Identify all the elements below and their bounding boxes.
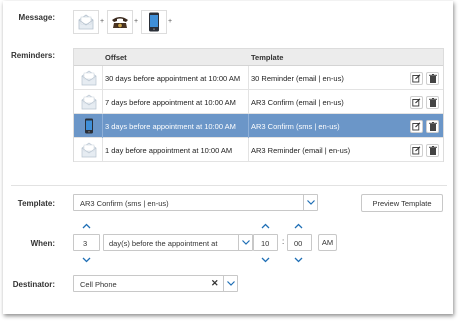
column-divider — [102, 90, 103, 114]
trash-icon — [428, 74, 437, 83]
mobile-phone-icon — [149, 12, 159, 32]
delete-button[interactable] — [426, 120, 439, 133]
column-header-template: Template — [251, 53, 284, 62]
offset-cell: 1 day before appointment at 10:00 AM — [105, 146, 233, 155]
offset-cell: 3 days before appointment at 10:00 AM — [105, 122, 236, 131]
days-value: 3 — [83, 239, 88, 248]
when-label: When: — [30, 239, 55, 248]
template-cell: AR3 Confirm (email | en-us) — [251, 98, 344, 107]
column-divider — [102, 138, 103, 162]
table-row[interactable]: 30 days before appointment at 10:00 AM 3… — [74, 66, 443, 90]
letter-icon — [81, 70, 97, 86]
destinator-dropdown-toggle[interactable] — [223, 276, 237, 291]
chevron-down-icon — [226, 281, 235, 286]
edit-icon — [412, 98, 421, 107]
edit-button[interactable] — [410, 144, 423, 157]
message-label: Message: — [18, 13, 55, 22]
delete-button[interactable] — [426, 72, 439, 85]
edit-button[interactable] — [410, 120, 423, 133]
offset-cell: 30 days before appointment at 10:00 AM — [105, 74, 241, 83]
chevron-down-icon — [306, 200, 315, 205]
trash-icon — [428, 98, 437, 107]
letter-icon — [81, 94, 97, 110]
template-cell: AR3 Reminder (email | en-us) — [251, 146, 351, 155]
table-header: Offset Template — [74, 49, 443, 66]
time-separator: : — [282, 237, 285, 246]
reminder-settings-panel: Message: + + + Reminders: Offset Templat… — [3, 1, 453, 314]
destinator-select-value: Cell Phone — [80, 280, 117, 289]
minute-value: 00 — [294, 239, 303, 248]
plus-separator: + — [134, 18, 139, 25]
reminders-table: Offset Template 30 days before appointme… — [73, 48, 444, 162]
destinator-label: Destinator: — [12, 280, 55, 289]
minute-input[interactable]: 00 — [287, 234, 312, 251]
chevron-down-icon — [241, 240, 250, 245]
template-label: Template: — [17, 199, 55, 208]
am-pm-toggle[interactable]: AM — [318, 234, 337, 251]
plus-separator: + — [100, 18, 105, 25]
days-input[interactable]: 3 — [73, 234, 100, 251]
reminders-label: Reminders: — [10, 51, 55, 60]
hour-input[interactable]: 10 — [253, 234, 278, 251]
hour-decrement-icon[interactable] — [261, 257, 270, 263]
template-cell: AR3 Confirm (sms | en-us) — [251, 122, 340, 131]
clear-icon[interactable]: ✕ — [211, 278, 219, 289]
table-row[interactable]: 1 day before appointment at 10:00 AM AR3… — [74, 138, 443, 162]
offset-cell: 7 days before appointment at 10:00 AM — [105, 98, 236, 107]
telephone-icon — [112, 17, 128, 29]
template-cell: 30 Reminder (email | en-us) — [251, 74, 344, 83]
column-divider — [248, 90, 249, 114]
table-row[interactable]: 7 days before appointment at 10:00 AM AR… — [74, 90, 443, 114]
preview-template-button[interactable]: Preview Template — [361, 194, 443, 212]
column-divider — [102, 66, 103, 90]
minute-increment-icon[interactable] — [294, 223, 303, 229]
template-select[interactable]: AR3 Confirm (sms | en-us) — [73, 194, 318, 211]
edit-button[interactable] — [410, 72, 423, 85]
letter-icon — [81, 142, 97, 158]
message-email-option[interactable] — [73, 10, 99, 34]
section-divider — [11, 185, 447, 186]
edit-button[interactable] — [410, 96, 423, 109]
message-phone-option[interactable] — [107, 10, 133, 34]
destinator-select[interactable]: Cell Phone ✕ — [73, 275, 238, 292]
relation-select-value: day(s) before the appointment at — [109, 239, 218, 248]
column-divider — [248, 114, 249, 138]
mobile-phone-icon — [85, 118, 93, 134]
days-decrement-icon[interactable] — [82, 257, 91, 263]
letter-icon — [78, 14, 94, 30]
trash-icon — [428, 122, 437, 131]
relation-select[interactable]: day(s) before the appointment at — [103, 234, 253, 251]
column-divider — [248, 138, 249, 162]
edit-icon — [412, 122, 421, 131]
relation-dropdown-toggle[interactable] — [238, 235, 252, 250]
hour-value: 10 — [261, 239, 270, 248]
template-select-value: AR3 Confirm (sms | en-us) — [80, 199, 169, 208]
minute-decrement-icon[interactable] — [294, 257, 303, 263]
days-increment-icon[interactable] — [82, 223, 91, 229]
edit-icon — [412, 146, 421, 155]
edit-icon — [412, 74, 421, 83]
column-header-offset: Offset — [105, 53, 127, 62]
plus-separator: + — [168, 18, 173, 25]
trash-icon — [428, 146, 437, 155]
table-row-selected[interactable]: 3 days before appointment at 10:00 AM AR… — [74, 114, 443, 138]
delete-button[interactable] — [426, 96, 439, 109]
template-dropdown-toggle[interactable] — [303, 195, 317, 210]
column-divider — [102, 114, 103, 138]
delete-button[interactable] — [426, 144, 439, 157]
column-divider — [248, 66, 249, 90]
message-sms-option[interactable] — [141, 10, 167, 34]
hour-increment-icon[interactable] — [261, 223, 270, 229]
